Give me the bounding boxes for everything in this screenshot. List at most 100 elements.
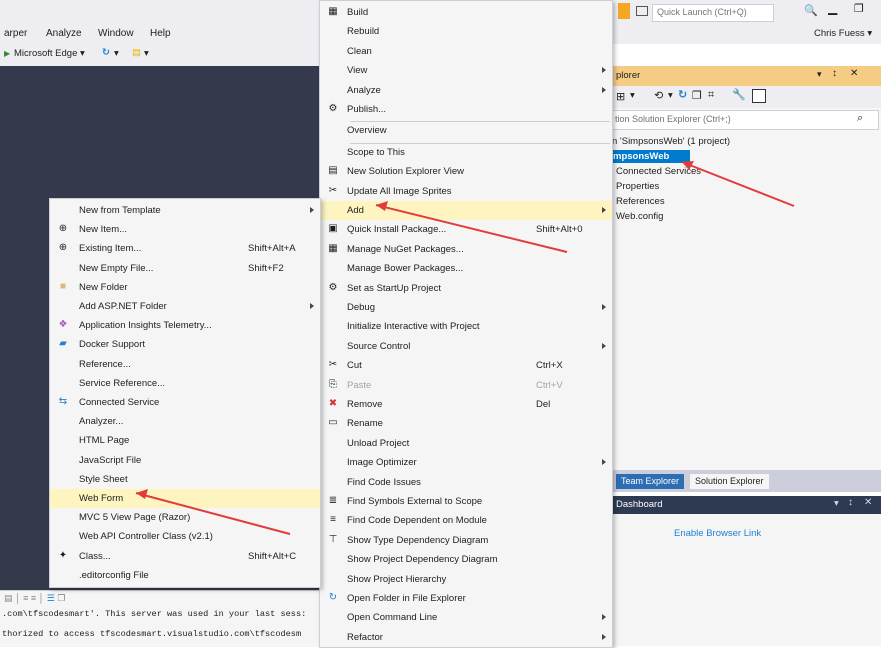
menu-item-quick-install-package[interactable]: ▣ Quick Install Package... Shift+Alt+0 xyxy=(320,220,612,239)
menu-item-analyzer[interactable]: Analyzer... xyxy=(50,412,320,431)
menu-item-web-api-controller-class-v2-1[interactable]: Web API Controller Class (v2.1) xyxy=(50,527,320,546)
refresh-icon[interactable]: ↻ xyxy=(102,47,110,58)
menu-analyze[interactable]: Analyze xyxy=(46,28,82,39)
menu-item-editorconfig-file[interactable]: .editorconfig File xyxy=(50,566,320,585)
chevron-down-icon[interactable]: ▾ xyxy=(668,90,673,101)
menu-item-show-project-dependency-diagram[interactable]: Show Project Dependency Diagram xyxy=(320,550,612,569)
menu-item-image-optimizer[interactable]: Image Optimizer xyxy=(320,453,612,472)
restore-icon[interactable]: ❐ xyxy=(854,2,864,15)
menu-item-docker-support[interactable]: ▰ Docker Support xyxy=(50,335,320,354)
menu-item-set-as-startup-project[interactable]: ⚙ Set as StartUp Project xyxy=(320,279,612,298)
tree-item-web-config[interactable]: Web.config xyxy=(616,211,663,222)
menu-item-source-control[interactable]: Source Control xyxy=(320,337,612,356)
menu-item-new-solution-explorer-view[interactable]: ▤ New Solution Explorer View xyxy=(320,162,612,181)
menu-item-new-folder[interactable]: ■ New Folder xyxy=(50,278,320,297)
menu-item-rebuild[interactable]: Rebuild xyxy=(320,22,612,41)
chevron-down-icon[interactable]: ▾ xyxy=(630,90,635,101)
tree-project[interactable]: mpsonsWeb xyxy=(613,151,669,162)
panel-options-icon[interactable]: ▾ xyxy=(834,498,839,509)
menu-item-initialize-interactive-with-project[interactable]: Initialize Interactive with Project xyxy=(320,317,612,336)
tree-item-references[interactable]: References xyxy=(616,196,665,207)
menu-item-publish[interactable]: ⚙ Publish... xyxy=(320,100,612,119)
tree-solution[interactable]: n 'SimpsonsWeb' (1 project) xyxy=(612,136,730,147)
browser-target[interactable]: Microsoft Edge ▾ xyxy=(14,48,85,59)
menu-item-cut[interactable]: ✂ Cut Ctrl+X xyxy=(320,356,612,375)
menu-item-show-project-hierarchy[interactable]: Show Project Hierarchy xyxy=(320,570,612,589)
notification-flag-icon[interactable] xyxy=(618,3,630,19)
history-icon[interactable]: ⟲ xyxy=(654,89,663,102)
menu-item-update-all-image-sprites[interactable]: ✂ Update All Image Sprites xyxy=(320,182,612,201)
preview-icon[interactable] xyxy=(752,89,766,103)
menu-item-find-symbols-external-to-scope[interactable]: ≣ Find Symbols External to Scope xyxy=(320,492,612,511)
menu-item-add-asp-net-folder[interactable]: Add ASP.NET Folder xyxy=(50,297,320,316)
menu-item-rename[interactable]: ▭ Rename xyxy=(320,414,612,433)
browser-link-icon[interactable]: ▤ xyxy=(132,47,141,58)
play-icon[interactable]: ▶ xyxy=(4,49,10,58)
solution-search-box[interactable]: tion Solution Explorer (Ctrl+;) ⌕ xyxy=(612,110,879,130)
menu-item-service-reference[interactable]: Service Reference... xyxy=(50,374,320,393)
pin-icon[interactable]: ↕ xyxy=(848,497,853,508)
show-all-files-icon[interactable]: ⌗ xyxy=(708,89,714,102)
menu-item-style-sheet[interactable]: Style Sheet xyxy=(50,470,320,489)
user-account[interactable]: Chris Fuess ▾ xyxy=(814,28,872,39)
refresh-icon[interactable]: ↻ xyxy=(678,88,687,101)
chevron-down-icon[interactable]: ▾ xyxy=(144,48,149,59)
menu-item-unload-project[interactable]: Unload Project xyxy=(320,434,612,453)
menu-item-connected-service[interactable]: ⇆ Connected Service xyxy=(50,393,320,412)
menu-item-view[interactable]: View xyxy=(320,61,612,80)
menu-item-find-code-issues[interactable]: Find Code Issues xyxy=(320,473,612,492)
quick-launch-box[interactable] xyxy=(652,4,774,22)
collapse-all-icon[interactable]: ❐ xyxy=(692,89,702,102)
search-icon[interactable]: 🔍 xyxy=(804,4,818,17)
pin-icon[interactable]: ↕ xyxy=(832,68,837,79)
menu-item-mvc-5-view-page-razor[interactable]: MVC 5 View Page (Razor) xyxy=(50,508,320,527)
home-icon[interactable]: ⊞ xyxy=(616,90,625,103)
menu-item-html-page[interactable]: HTML Page xyxy=(50,431,320,450)
menu-item-label: Quick Install Package... xyxy=(347,224,447,236)
menu-item-new-empty-file[interactable]: New Empty File... Shift+F2 xyxy=(50,259,320,278)
menu-item-new-from-template[interactable]: New from Template xyxy=(50,201,320,220)
menu-item-add[interactable]: Add xyxy=(320,201,612,221)
menu-item-open-folder-in-file-explorer[interactable]: ↻ Open Folder in File Explorer xyxy=(320,589,612,608)
menu-item-application-insights-telemetry[interactable]: ❖ Application Insights Telemetry... xyxy=(50,316,320,335)
menu-item-scope-to-this[interactable]: Scope to This xyxy=(320,143,612,162)
properties-icon[interactable]: 🔧 xyxy=(732,88,746,101)
close-icon[interactable]: ✕ xyxy=(864,497,872,508)
menu-item-web-form[interactable]: Web Form xyxy=(50,489,320,509)
tab-team-explorer[interactable]: Team Explorer xyxy=(616,474,685,489)
menu-item-overview[interactable]: Overview xyxy=(320,121,612,140)
menu-item-show-type-dependency-diagram[interactable]: ⊤ Show Type Dependency Diagram xyxy=(320,531,612,550)
menu-item-remove[interactable]: ✖ Remove Del xyxy=(320,395,612,414)
search-icon[interactable]: ⌕ xyxy=(857,112,863,125)
menu-item-javascript-file[interactable]: JavaScript File xyxy=(50,451,320,470)
menu-item-clean[interactable]: Clean xyxy=(320,42,612,61)
tree-item-connected-services[interactable]: Connected Services xyxy=(616,166,701,177)
menu-help[interactable]: Help xyxy=(150,28,171,39)
word-wrap-icon[interactable]: ☰ xyxy=(47,593,55,603)
menu-resharper[interactable]: arper xyxy=(4,28,27,39)
menu-item-build[interactable]: ▦ Build xyxy=(320,3,612,22)
menu-item-manage-bower-packages[interactable]: Manage Bower Packages... xyxy=(320,259,612,278)
menu-item-reference[interactable]: Reference... xyxy=(50,355,320,374)
menu-item-class[interactable]: ✦ Class... Shift+Alt+C xyxy=(50,547,320,566)
menu-item-refactor[interactable]: Refactor xyxy=(320,628,612,647)
clear-icon[interactable]: ❐ xyxy=(57,593,65,603)
menu-item-new-item[interactable]: ⊕ New Item... xyxy=(50,220,320,239)
tab-solution-explorer[interactable]: Solution Explorer xyxy=(690,474,769,489)
chevron-down-icon[interactable]: ▾ xyxy=(114,48,119,59)
menu-item-analyze[interactable]: Analyze xyxy=(320,81,612,100)
quick-launch-input[interactable] xyxy=(653,5,773,19)
enable-browser-link[interactable]: Enable Browser Link xyxy=(674,528,761,539)
panel-options-icon[interactable]: ▾ xyxy=(817,69,822,80)
menu-item-manage-nuget-packages[interactable]: ▦ Manage NuGet Packages... xyxy=(320,240,612,259)
menu-window[interactable]: Window xyxy=(98,28,134,39)
cut-icon: ✂ xyxy=(328,359,338,371)
menu-item-open-command-line[interactable]: Open Command Line xyxy=(320,608,612,627)
close-icon[interactable]: ✕ xyxy=(850,68,858,79)
menu-item-find-code-dependent-on-module[interactable]: ≡ Find Code Dependent on Module xyxy=(320,511,612,530)
tree-item-properties[interactable]: Properties xyxy=(616,181,659,192)
filter-icon[interactable] xyxy=(636,6,648,16)
menu-item-existing-item[interactable]: ⊕ Existing Item... Shift+Alt+A xyxy=(50,239,320,258)
menu-item-debug[interactable]: Debug xyxy=(320,298,612,317)
minimize-icon[interactable]: ▁ xyxy=(828,1,837,15)
